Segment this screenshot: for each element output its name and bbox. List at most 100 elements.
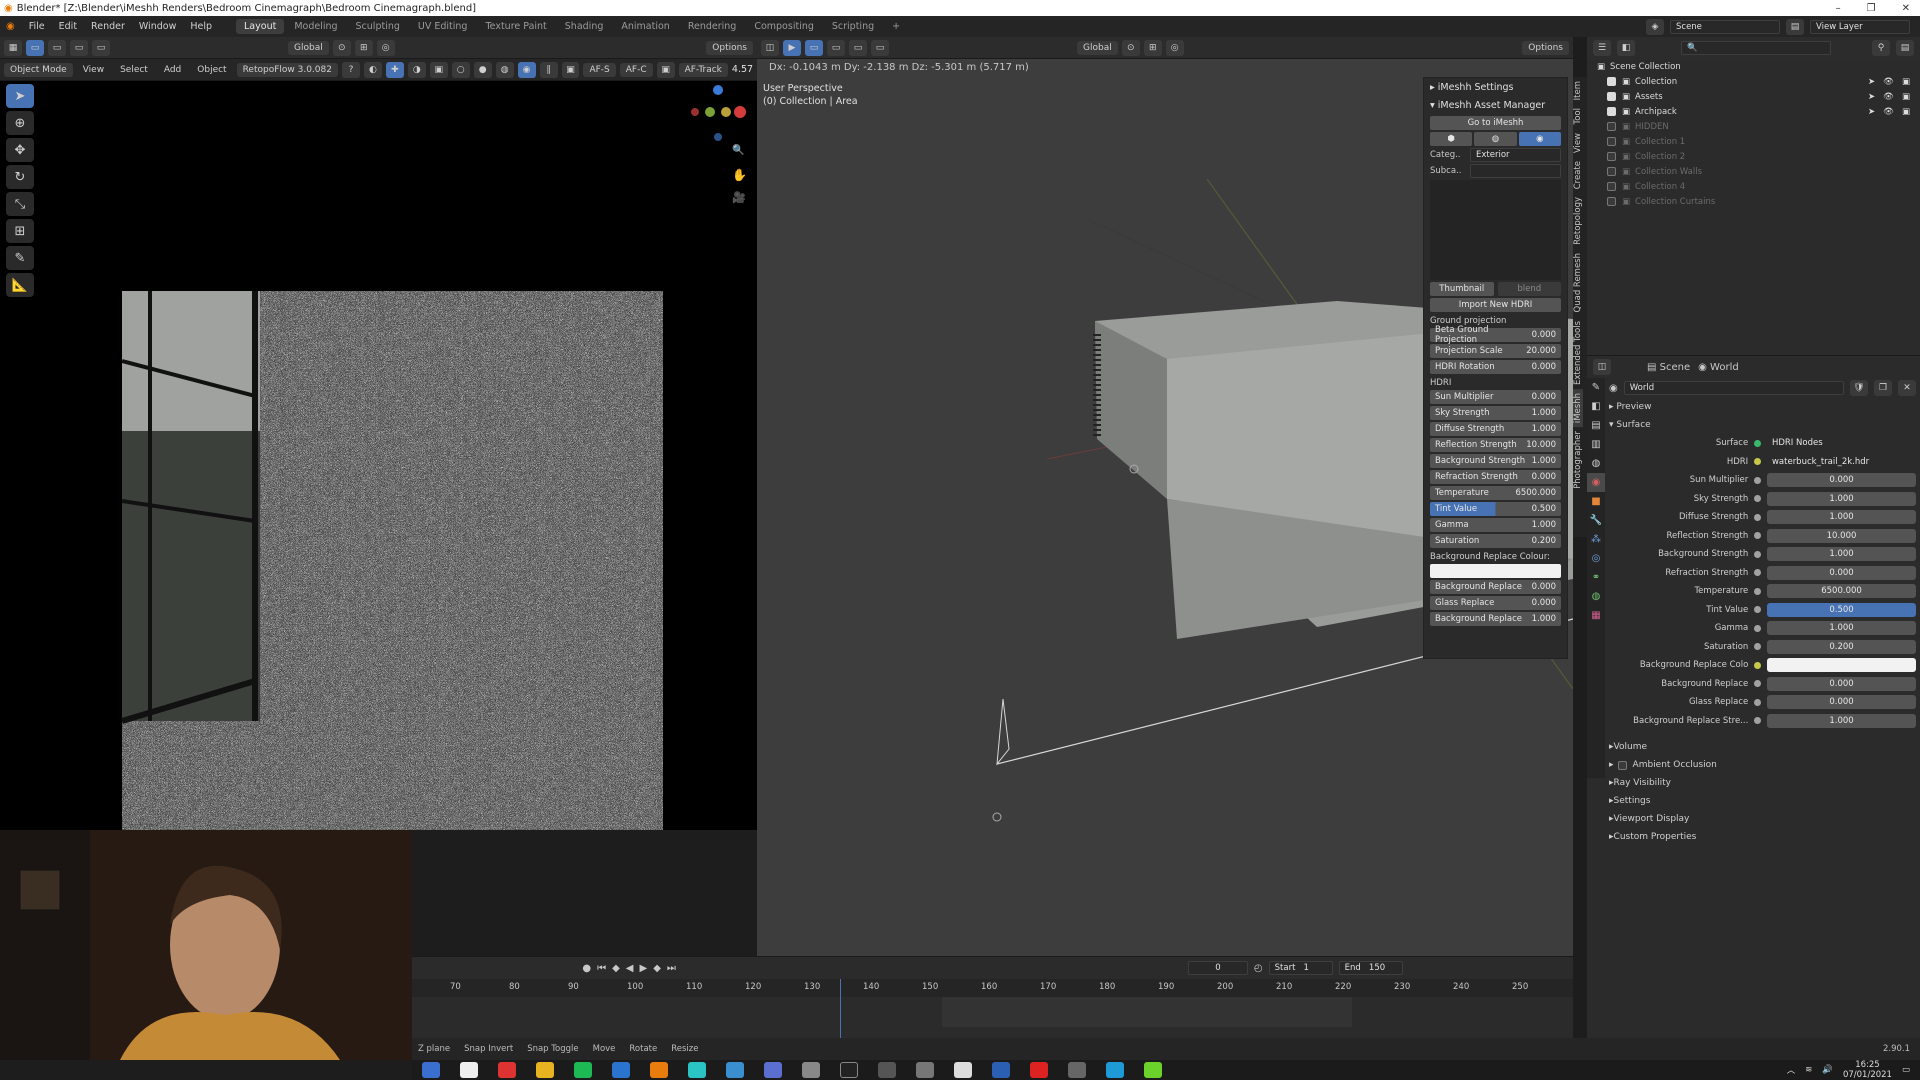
select-box-viewport-icon[interactable]: ▭: [805, 39, 823, 56]
blend-button[interactable]: blend: [1497, 282, 1561, 296]
current-frame-field[interactable]: 0: [1187, 961, 1248, 975]
asset-material-icon[interactable]: ◍: [1474, 132, 1517, 146]
pause-icon[interactable]: ∥: [539, 61, 558, 78]
sidebar-tab-photographer[interactable]: Photographer: [1573, 427, 1583, 493]
eye-icon[interactable]: 👁: [1883, 77, 1894, 87]
camera-icon[interactable]: ▣: [1902, 92, 1910, 102]
tab-sculpting[interactable]: Sculpting: [348, 19, 408, 34]
reflection-strength-field[interactable]: Reflection Strength 10.000: [1430, 438, 1561, 452]
sidebar-tab-retopology[interactable]: Retopology: [1573, 193, 1583, 249]
eye-icon[interactable]: 👁: [1883, 92, 1894, 102]
camera-icon[interactable]: ▣: [1902, 107, 1910, 117]
sidebar-tab-item[interactable]: Item: [1573, 77, 1583, 104]
app-icon-12[interactable]: [1144, 1062, 1162, 1078]
refraction-strength-field[interactable]: Refraction Strength 0.000: [1430, 470, 1561, 484]
annotate-tool-icon[interactable]: ✎: [6, 246, 34, 270]
object-tab-icon[interactable]: ■: [1587, 492, 1605, 511]
start-frame-field[interactable]: Start 1: [1268, 961, 1333, 975]
cursor-tool-icon[interactable]: ⊕: [6, 111, 34, 135]
view-layer-icon[interactable]: ▤: [1786, 18, 1804, 35]
minimize-icon[interactable]: –: [1836, 3, 1841, 14]
zoom-icon[interactable]: 🔍: [732, 145, 744, 156]
sun-multiplier-field[interactable]: 0.000: [1767, 473, 1916, 488]
play-reverse-icon[interactable]: ◀: [626, 963, 634, 974]
projection-scale-field[interactable]: Projection Scale 20.000: [1430, 344, 1561, 358]
beta-ground-projection-field[interactable]: Beta Ground Projection 0.000: [1430, 325, 1561, 345]
select-arrow-icon[interactable]: ➤: [1868, 107, 1875, 117]
af-track-icon[interactable]: ▣: [656, 61, 675, 78]
record-icon[interactable]: ●: [582, 963, 591, 974]
select-mode-viewport-icon-3[interactable]: ▭: [871, 39, 889, 56]
app-icon-8[interactable]: [916, 1062, 934, 1078]
outliner-item[interactable]: ▣ Collection Curtains: [1587, 194, 1920, 209]
retopoflow-button[interactable]: RetopoFlow 3.0.082: [236, 62, 338, 77]
af-s-button[interactable]: AF-S: [583, 62, 616, 77]
jump-start-icon[interactable]: ⏮: [597, 963, 606, 974]
menu-object[interactable]: Object: [191, 63, 232, 77]
help-icon[interactable]: ?: [341, 61, 360, 78]
tint-value-field[interactable]: 0.500: [1767, 602, 1916, 617]
outliner-item[interactable]: ▣ Archipack ➤ 👁 ▣: [1587, 104, 1920, 119]
tab-uv-editing[interactable]: UV Editing: [410, 19, 476, 34]
tab-compositing[interactable]: Compositing: [746, 19, 822, 34]
panel-settings[interactable]: ▸ Settings: [1609, 792, 1916, 810]
collection-checkbox[interactable]: [1607, 77, 1616, 86]
timeline[interactable]: ● ⏮ ◆ ◀ ▶ ◆ ⏭ 0 ◴ Start 1 End 150 70 80 90…: [412, 956, 1573, 1039]
panel-ambient-occlusion[interactable]: ▸ Ambient Occlusion: [1609, 756, 1916, 774]
sidebar-tab-tool[interactable]: Tool: [1573, 104, 1583, 129]
camera-icon[interactable]: ▣: [1902, 77, 1910, 87]
search-icon[interactable]: [460, 1062, 478, 1078]
pan-hand-icon[interactable]: ✋: [732, 168, 747, 182]
select-mode-icon-2[interactable]: ▭: [70, 39, 88, 56]
shading-wire-icon[interactable]: ○: [451, 61, 470, 78]
ambient-occlusion-checkbox[interactable]: [1617, 760, 1627, 770]
editor-type-icon-viewport[interactable]: ◫: [761, 39, 779, 56]
background-strength-field[interactable]: 1.000: [1767, 547, 1916, 562]
tab-scripting[interactable]: Scripting: [824, 19, 882, 34]
wifi-icon[interactable]: ≋: [1805, 1065, 1812, 1075]
diffuse-strength-field[interactable]: Diffuse Strength 1.000: [1430, 422, 1561, 436]
app-icon-10[interactable]: [992, 1062, 1010, 1078]
object-mode-dropdown[interactable]: Object Mode: [4, 62, 73, 77]
viewport-snap-icon[interactable]: ⊞: [1143, 39, 1162, 56]
xray-icon[interactable]: ▣: [429, 61, 448, 78]
app-icon-3[interactable]: [726, 1062, 744, 1078]
app-icon-9[interactable]: [954, 1062, 972, 1078]
camera-view-icon[interactable]: 🎥: [732, 191, 746, 204]
viewport-orientation-dropdown[interactable]: Global: [1077, 40, 1118, 55]
constraints-tab-icon[interactable]: ⚭: [1587, 568, 1605, 587]
panel-viewport-display[interactable]: ▸ Viewport Display: [1609, 810, 1916, 828]
tab-texture-paint[interactable]: Texture Paint: [477, 19, 554, 34]
outliner-item[interactable]: ▣ HIDDEN: [1587, 119, 1920, 134]
hdri-rotation-field[interactable]: HDRI Rotation 0.000: [1430, 360, 1561, 374]
panel-custom-properties[interactable]: ▸ Custom Properties: [1609, 828, 1916, 846]
background-replace-field[interactable]: Background Replace 1.000: [1430, 612, 1561, 626]
collection-checkbox[interactable]: [1607, 137, 1616, 146]
collection-checkbox[interactable]: [1607, 182, 1616, 191]
sidebar-tab-view[interactable]: View: [1573, 129, 1583, 157]
asset-model-icon[interactable]: ⬢: [1430, 132, 1473, 146]
select-mode-viewport-icon[interactable]: ▭: [827, 39, 845, 56]
select-box-icon[interactable]: ▭: [26, 39, 44, 56]
tray-arrow-icon[interactable]: ︿: [1787, 1064, 1796, 1076]
outliner-item[interactable]: ▣ Collection 1: [1587, 134, 1920, 149]
go-to-imeshh-button[interactable]: Go to iMeshh: [1430, 116, 1561, 130]
world-tab-icon[interactable]: ◉: [1587, 473, 1605, 492]
edge-icon[interactable]: [1106, 1062, 1124, 1078]
select-arrow-icon[interactable]: ➤: [1868, 92, 1875, 102]
play-icon[interactable]: ▶: [640, 963, 648, 974]
bg-replace-colour-swatch[interactable]: [1430, 564, 1561, 578]
move-tool-icon[interactable]: ✥: [6, 138, 34, 162]
imeshh-settings-header[interactable]: ▸ iMeshh Settings: [1424, 78, 1567, 96]
glass-replace-field[interactable]: Glass Replace 0.000: [1430, 596, 1561, 610]
viewport-options-dropdown[interactable]: Options: [1522, 40, 1569, 55]
render-tab-icon[interactable]: ◧: [1587, 397, 1605, 416]
tool-tab-icon[interactable]: ✎: [1587, 378, 1605, 397]
view-icon[interactable]: ◐: [363, 61, 382, 78]
surface-value[interactable]: HDRI Nodes: [1766, 436, 1916, 451]
background-replace-field[interactable]: Background Replace 0.000: [1430, 580, 1561, 594]
asset-hdri-icon[interactable]: ◉: [1518, 132, 1561, 146]
menu-file[interactable]: File: [23, 21, 51, 32]
glass-replace-field[interactable]: 0.000: [1767, 695, 1916, 710]
blender-menu-icon[interactable]: ◉: [6, 21, 15, 32]
